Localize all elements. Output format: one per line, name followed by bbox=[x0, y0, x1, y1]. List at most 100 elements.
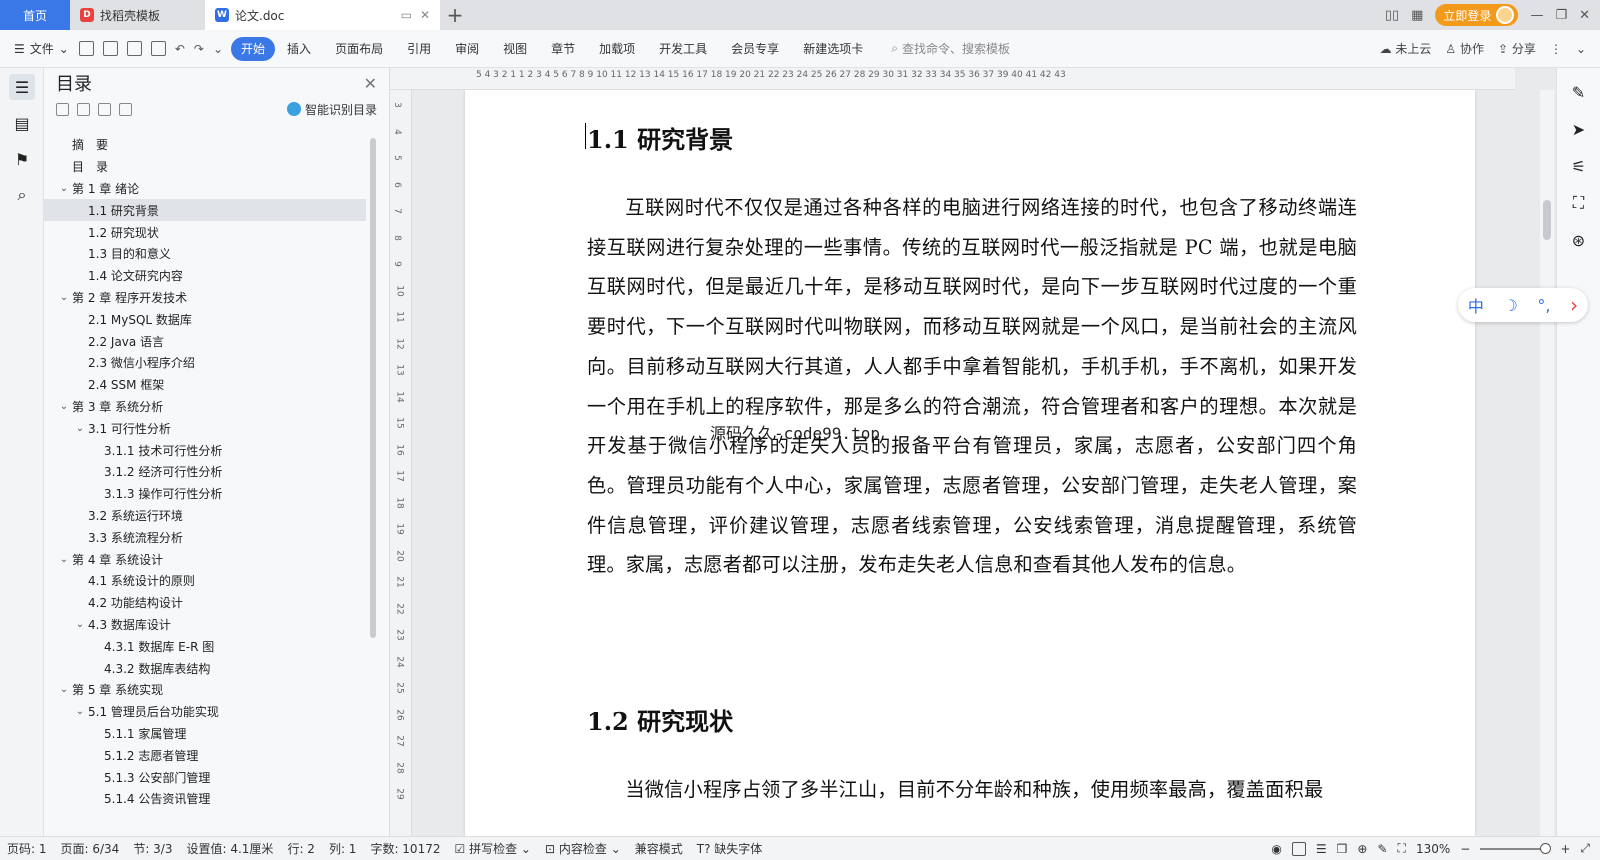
redo-icon[interactable]: ↷ bbox=[194, 42, 204, 56]
restore-icon[interactable]: ❐ bbox=[1555, 8, 1567, 23]
command-search[interactable]: ⌕ 查找命令、搜索模板 bbox=[891, 40, 1010, 57]
toc-item[interactable]: 1.4 论文研究内容 bbox=[44, 265, 366, 287]
status-page[interactable]: 页面: 6/34 bbox=[54, 840, 127, 857]
bookmark-icon[interactable]: ⚑ bbox=[9, 146, 35, 172]
tab-template[interactable]: D 找稻壳模板 bbox=[70, 0, 205, 30]
pointer-icon[interactable]: ➤ bbox=[1570, 120, 1588, 139]
chevron-down-icon[interactable]: ⌄ bbox=[58, 401, 70, 412]
toc-item[interactable]: 4.3.2 数据库表结构 bbox=[44, 657, 366, 679]
chevron-down-icon[interactable]: ⌄ bbox=[74, 619, 86, 630]
toc-item[interactable]: 4.1 系统设计的原则 bbox=[44, 570, 366, 592]
find-icon[interactable]: ⌕ bbox=[9, 182, 35, 208]
chevron-down-icon[interactable]: ⌄ bbox=[74, 706, 86, 717]
toc-item[interactable]: ⌄ 3.1 可行性分析 bbox=[44, 417, 366, 439]
document-page[interactable]: 1.1 研究背景 互联网时代不仅仅是通过各种各样的电脑进行网络连接的时代，也包含… bbox=[465, 90, 1475, 836]
toc-panel-icon[interactable]: ☰ bbox=[9, 74, 35, 100]
toc-item[interactable]: 1.1 研究背景 bbox=[44, 199, 366, 222]
compass-icon[interactable]: ⊛ bbox=[1570, 231, 1588, 250]
ime-chinese[interactable]: 中 bbox=[1468, 293, 1484, 317]
tab-insert[interactable]: 插入 bbox=[275, 37, 323, 61]
tab-pin-icon[interactable]: ▭ bbox=[401, 8, 412, 22]
scroll-thumb[interactable] bbox=[1543, 200, 1551, 240]
toc-item[interactable]: 目 录 bbox=[44, 156, 366, 178]
toc-scrollbar[interactable] bbox=[370, 138, 376, 638]
share-button[interactable]: ⇪ 分享 bbox=[1498, 40, 1536, 57]
chevron-down-icon[interactable]: ⌄ bbox=[58, 684, 70, 695]
toc-item[interactable]: 2.3 微信小程序介绍 bbox=[44, 352, 366, 374]
collapse-ribbon-icon[interactable]: ⌄ bbox=[1576, 42, 1586, 56]
tab-review[interactable]: 审阅 bbox=[443, 37, 491, 61]
page-view-icon[interactable] bbox=[1291, 841, 1306, 856]
chevron-down-icon[interactable]: ⌄ bbox=[58, 292, 70, 303]
new-tab-button[interactable]: + bbox=[440, 0, 470, 30]
toc-item[interactable]: 摘 要 bbox=[44, 134, 366, 156]
status-words[interactable]: 字数: 10172 bbox=[363, 840, 447, 857]
tab-page-layout[interactable]: 页面布局 bbox=[323, 37, 395, 61]
vertical-ruler[interactable]: 3 4 5 6 7 8 9 10 11 12 13 14 15 16 17 18 19 20 21 22 23 24 25 2… bbox=[390, 90, 412, 836]
toc-item[interactable]: 1.3 目的和意义 bbox=[44, 243, 366, 265]
ime-toolbar[interactable]: 中 ☽ °, › bbox=[1458, 288, 1588, 322]
toc-item[interactable]: ⌄ 第 1 章 绪论 bbox=[44, 178, 366, 200]
toc-item[interactable]: ⌄ 第 5 章 系统实现 bbox=[44, 679, 366, 701]
paragraph-background[interactable]: 互联网时代不仅仅是通过各种各样的电脑进行网络连接的时代，也包含了移动终端连接互联… bbox=[587, 188, 1357, 585]
reading-view-icon[interactable]: ❒ bbox=[1337, 842, 1348, 856]
content-check-button[interactable]: ⊡ 内容检查 ⌄ bbox=[538, 840, 628, 857]
heading-1-1[interactable]: 1.1 研究背景 bbox=[587, 120, 733, 155]
eye-protect-icon[interactable]: ◉ bbox=[1271, 842, 1281, 856]
horizontal-ruler[interactable]: 5 4 3 2 1 1 2 3 4 5 6 7 8 9 10 11 12 13 … bbox=[390, 68, 1515, 90]
toc-item[interactable]: 2.4 SSM 框架 bbox=[44, 374, 366, 396]
toc-item[interactable]: ⌄ 第 2 章 程序开发技术 bbox=[44, 287, 366, 309]
toc-item[interactable]: ⌄ 4.3 数据库设计 bbox=[44, 614, 366, 636]
tab-member[interactable]: 会员专享 bbox=[719, 37, 791, 61]
tab-start[interactable]: 开始 bbox=[231, 36, 276, 61]
toc-item[interactable]: 3.1.2 经济可行性分析 bbox=[44, 461, 366, 483]
web-view-icon[interactable]: ⊕ bbox=[1357, 842, 1367, 856]
tab-document[interactable]: W 论文.doc ▭ ✕ bbox=[205, 0, 440, 30]
paragraph-status[interactable]: 当微信小程序占领了多半江山，目前不分年龄和种族，使用频率最高，覆盖面积最 bbox=[587, 770, 1357, 810]
toc-item[interactable]: 5.1.4 公告资讯管理 bbox=[44, 788, 366, 810]
punctuation-icon[interactable]: °, bbox=[1537, 296, 1550, 315]
toc-item[interactable]: 2.2 Java 语言 bbox=[44, 330, 366, 352]
print-icon[interactable] bbox=[126, 41, 142, 56]
toc-item[interactable]: 4.2 功能结构设计 bbox=[44, 592, 366, 614]
spell-check-button[interactable]: ☑ 拼写检查 ⌄ bbox=[447, 840, 537, 857]
export-pdf-icon[interactable] bbox=[102, 41, 118, 56]
moon-icon[interactable]: ☽ bbox=[1503, 296, 1517, 315]
toc-remove-icon[interactable] bbox=[119, 102, 132, 116]
tab-references[interactable]: 引用 bbox=[395, 37, 443, 61]
file-menu[interactable]: ☰ 文件 ⌄ bbox=[0, 40, 79, 57]
window-layout-icon[interactable]: ▯▯ bbox=[1385, 8, 1399, 23]
toc-item[interactable]: 5.1.2 志愿者管理 bbox=[44, 744, 366, 766]
toc-item[interactable]: 1.2 研究现状 bbox=[44, 221, 366, 243]
toc-item[interactable]: 3.1.3 操作可行性分析 bbox=[44, 483, 366, 505]
toc-item[interactable]: 2.1 MySQL 数据库 bbox=[44, 308, 366, 330]
toc-item[interactable]: ⌄ 第 3 章 系统分析 bbox=[44, 396, 366, 418]
document-scrollbar[interactable] bbox=[1540, 90, 1554, 836]
toc-item[interactable]: 3.3 系统流程分析 bbox=[44, 526, 366, 548]
quick-access-more-icon[interactable]: ⌄ bbox=[213, 42, 223, 56]
login-button[interactable]: 立即登录 bbox=[1435, 4, 1519, 26]
toc-item[interactable]: 5.1.3 公安部门管理 bbox=[44, 766, 366, 788]
fit-page-icon[interactable]: ⛶ bbox=[1398, 841, 1406, 856]
chevron-right-icon[interactable]: › bbox=[1570, 293, 1578, 317]
toc-add-icon[interactable] bbox=[98, 102, 111, 116]
chevron-down-icon[interactable]: ⌄ bbox=[74, 423, 86, 434]
write-mode-icon[interactable]: ✎ bbox=[1377, 842, 1387, 856]
toc-collapse-icon[interactable] bbox=[56, 102, 69, 116]
collab-button[interactable]: ♙ 协作 bbox=[1445, 40, 1484, 57]
fullscreen-icon[interactable]: ⤢ bbox=[1580, 841, 1590, 856]
apps-grid-icon[interactable]: ▦ bbox=[1411, 8, 1423, 23]
chevron-down-icon[interactable]: ⌄ bbox=[58, 554, 70, 565]
toc-item[interactable]: 3.2 系统运行环境 bbox=[44, 505, 366, 527]
outline-view-icon[interactable]: ☰ bbox=[1316, 842, 1327, 856]
cloud-status[interactable]: ☁ 未上云 bbox=[1380, 40, 1432, 57]
pen-icon[interactable]: ✎ bbox=[1570, 83, 1588, 102]
undo-icon[interactable]: ↶ bbox=[175, 42, 185, 56]
toc-item[interactable]: ⌄ 5.1 管理员后台功能实现 bbox=[44, 701, 366, 723]
close-window-icon[interactable]: ✕ bbox=[1579, 8, 1590, 23]
tab-close-icon[interactable]: ✕ bbox=[420, 8, 430, 22]
missing-font-button[interactable]: T? 缺失字体 bbox=[690, 840, 770, 857]
zoom-slider[interactable] bbox=[1480, 842, 1552, 854]
more-icon[interactable]: ⋮ bbox=[1550, 42, 1562, 56]
toc-expand-icon[interactable] bbox=[77, 102, 90, 116]
